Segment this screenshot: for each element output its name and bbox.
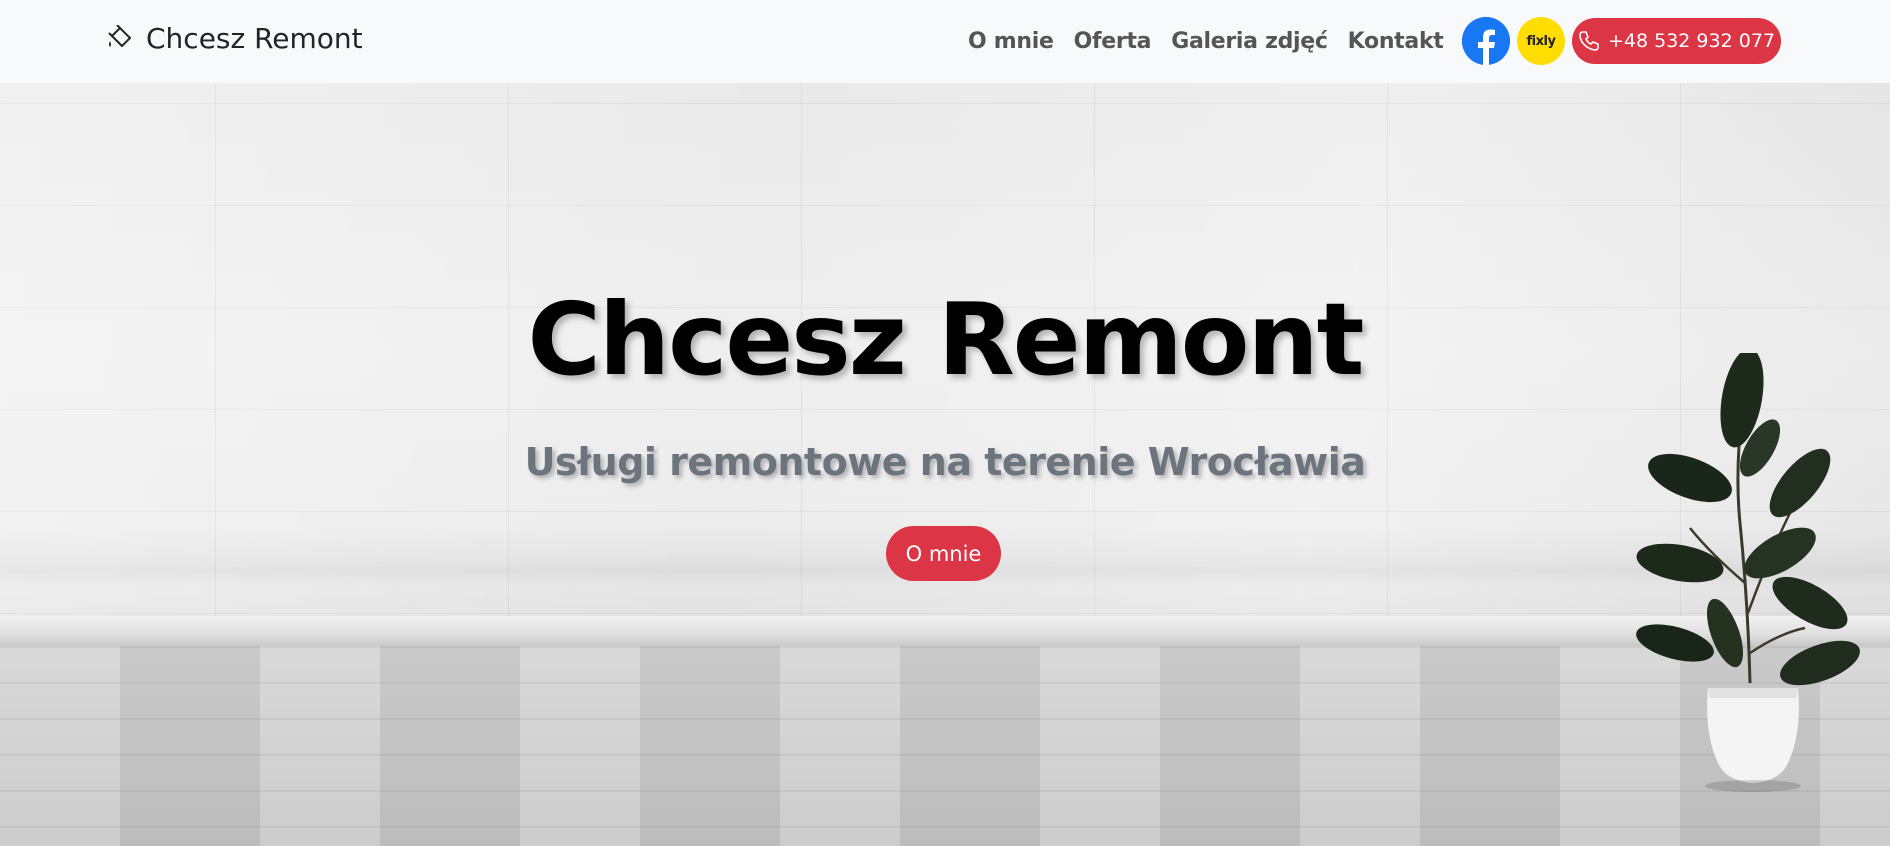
hero-about-button[interactable]: O mnie (886, 526, 1001, 581)
hero-baseboard (0, 616, 1890, 646)
facebook-link[interactable] (1462, 17, 1510, 65)
hero-about-button-label: O mnie (905, 541, 982, 566)
nav-link-galeria[interactable]: Galeria zdjęć (1171, 29, 1328, 54)
brand-link[interactable]: Chcesz Remont (106, 22, 363, 55)
nav-links: O mnie Oferta Galeria zdjęć Kontakt (968, 0, 1464, 83)
phone-icon (1579, 31, 1599, 51)
hero-floor (0, 646, 1890, 846)
nav-link-kontakt[interactable]: Kontakt (1348, 29, 1444, 54)
phone-number: +48 532 932 077 (1607, 30, 1775, 52)
navbar: Chcesz Remont O mnie Oferta Galeria zdję… (0, 0, 1890, 83)
hero-subtitle: Usługi remontowe na terenie Wrocławia (524, 440, 1366, 484)
brand-text: Chcesz Remont (146, 22, 363, 55)
fixly-link[interactable]: fixly (1517, 17, 1565, 65)
hero-title: Chcesz Remont (527, 281, 1365, 398)
nav-link-o-mnie[interactable]: O mnie (968, 29, 1054, 54)
fixly-logo: fixly (1526, 33, 1556, 49)
phone-button[interactable]: +48 532 932 077 (1572, 18, 1781, 64)
facebook-icon (1462, 17, 1510, 65)
hero-section: Chcesz Remont Usługi remontowe na tereni… (0, 83, 1890, 846)
plant-image (1636, 353, 1860, 792)
paint-bucket-icon (108, 24, 131, 47)
nav-link-oferta[interactable]: Oferta (1074, 29, 1152, 54)
